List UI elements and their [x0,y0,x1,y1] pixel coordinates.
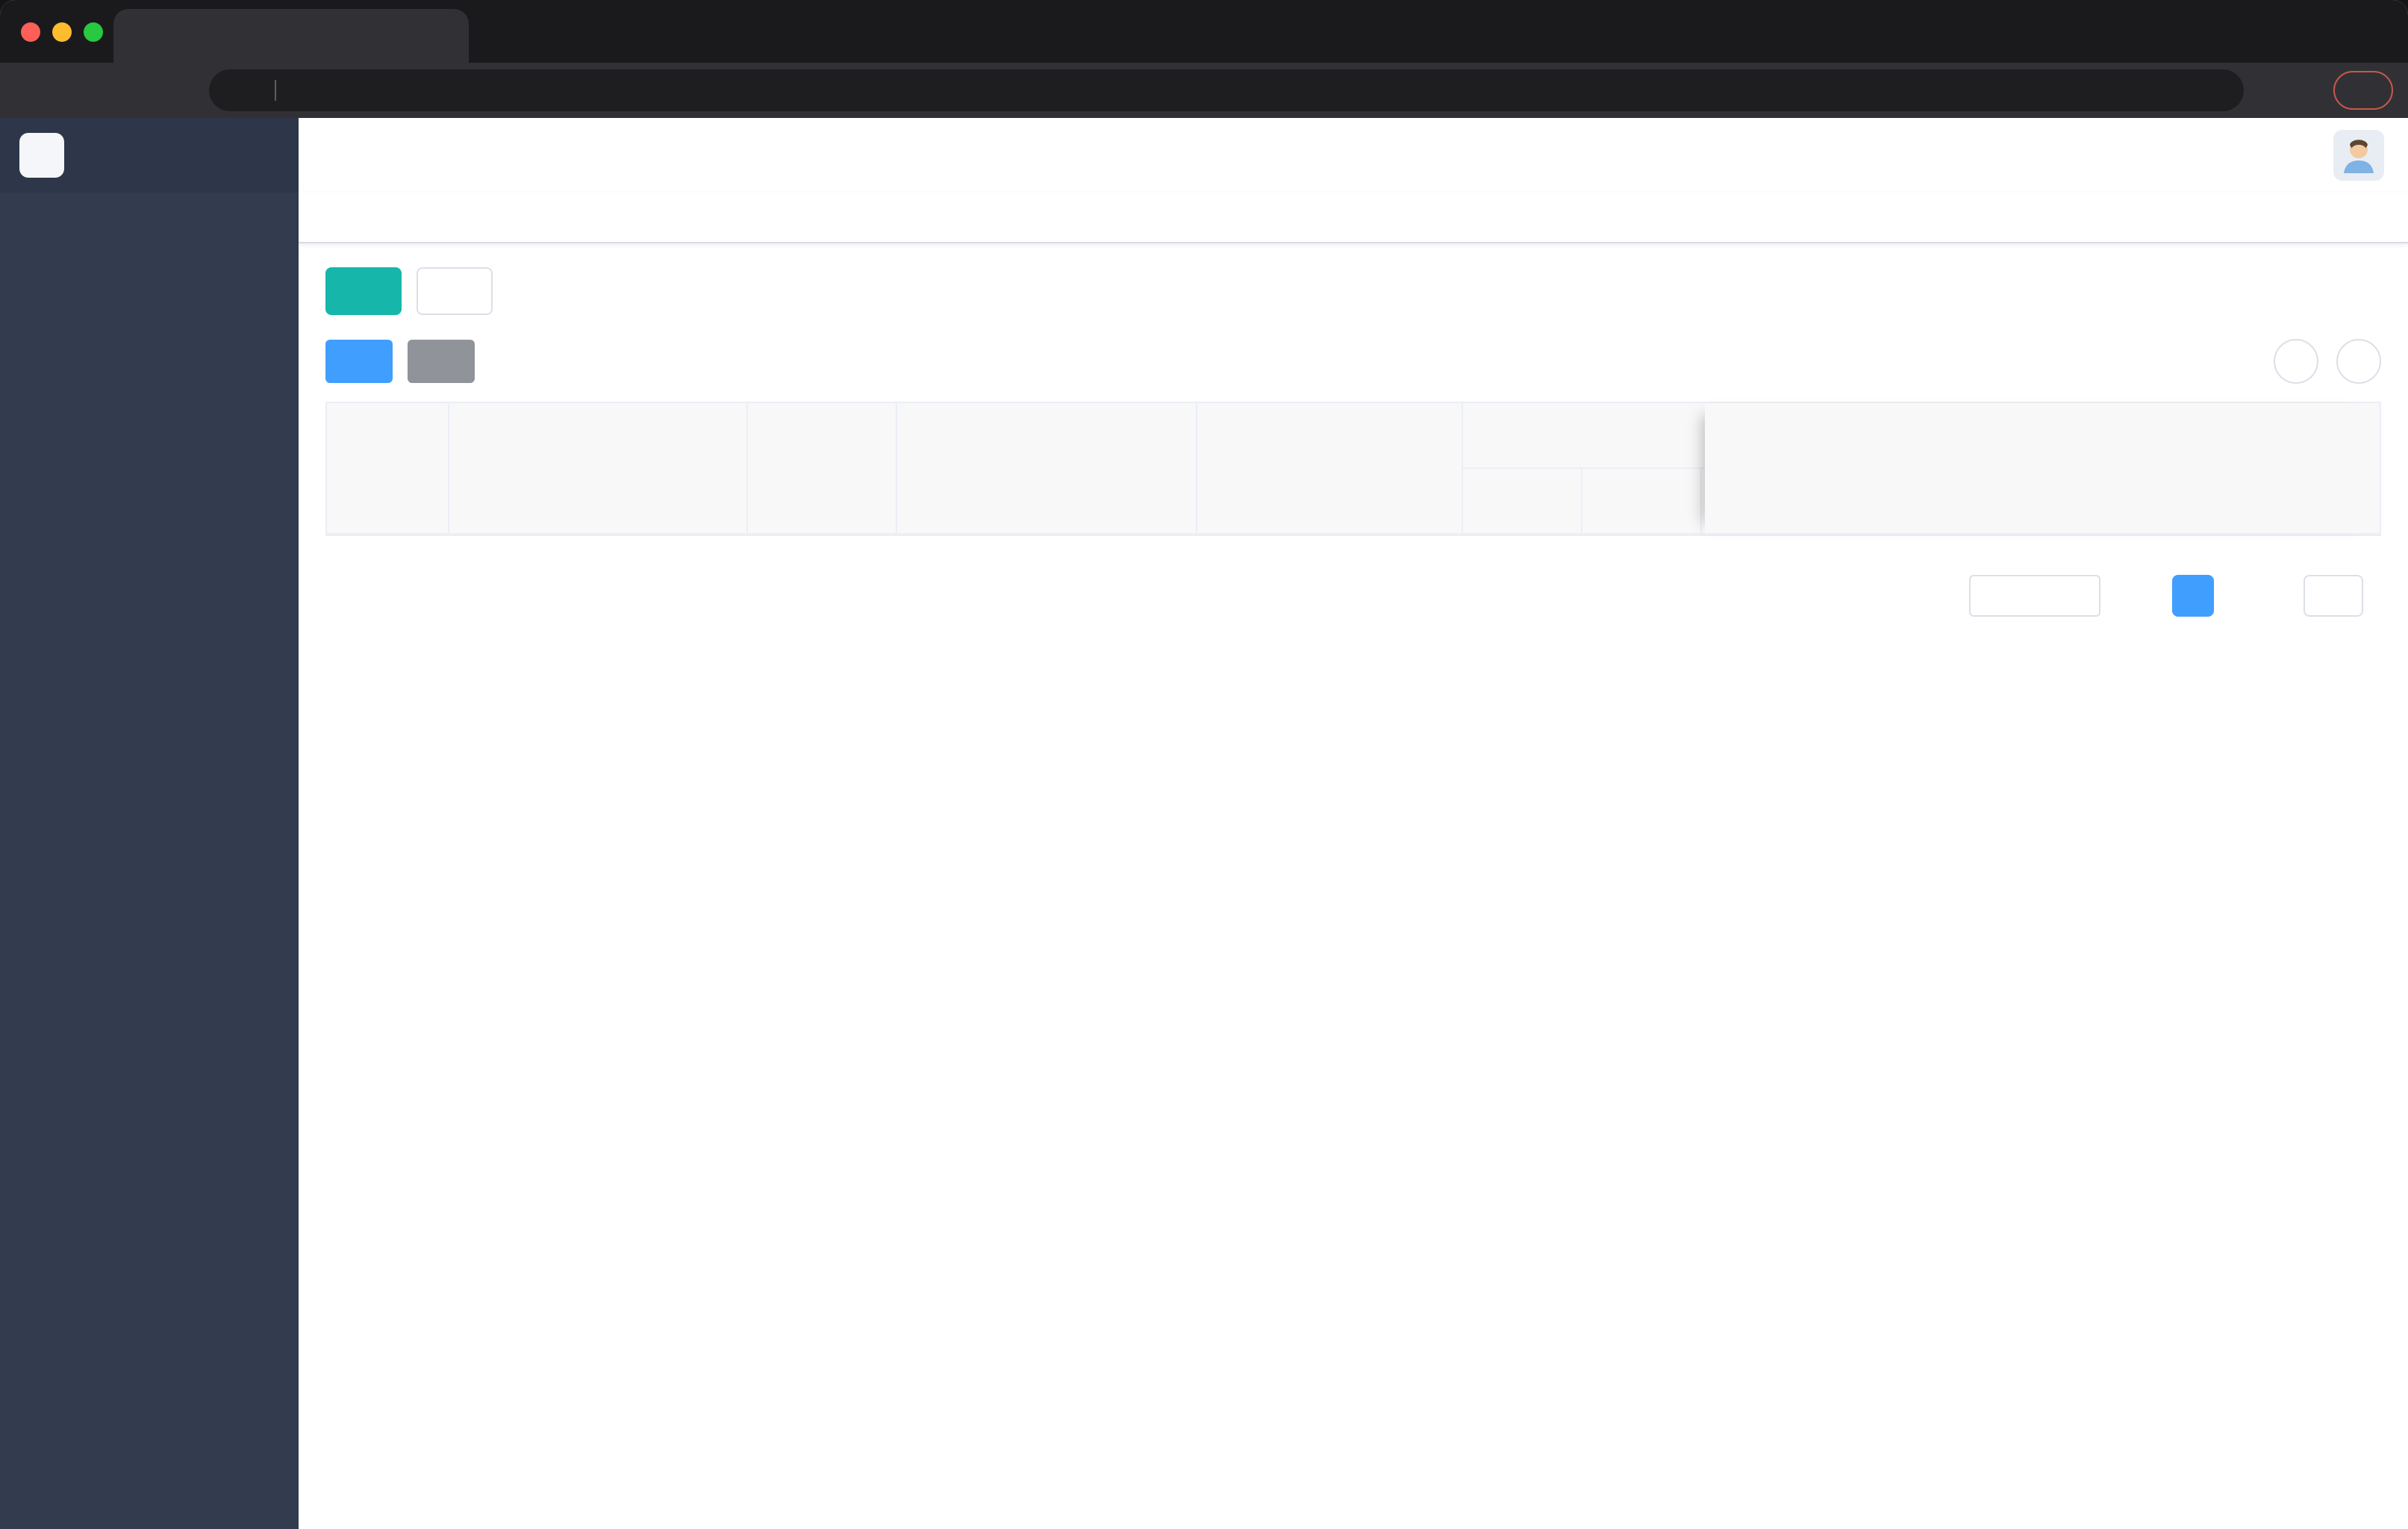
window-controls [21,22,103,42]
home-button[interactable] [154,71,193,110]
incognito-icon [2272,75,2302,105]
browser-toolbar [0,63,2408,118]
back-button[interactable] [15,71,54,110]
refresh-icon [440,281,460,301]
update-button[interactable] [2333,71,2393,110]
reload-button[interactable] [107,71,146,110]
search-button[interactable] [325,267,402,315]
user-avatar[interactable] [2333,130,2384,181]
toggle-search-button[interactable] [2274,339,2318,384]
back-icon [23,79,46,102]
table-toolbar [325,339,2381,384]
collapse-sidebar-button[interactable] [319,140,349,170]
next-page-button[interactable] [2232,578,2268,614]
col-header-version [1463,469,1582,535]
page-number-1[interactable] [2172,575,2214,617]
import-process-button[interactable] [408,340,475,383]
app-header [299,118,2408,193]
close-tab-icon[interactable] [437,28,454,44]
new-tab-button[interactable] [481,12,525,57]
col-header-process-name [449,403,748,535]
browser-tab-strip [0,0,2408,63]
main-area [299,118,2408,1529]
refresh-table-button[interactable] [2336,339,2381,384]
address-divider [275,80,276,101]
toolbar-right [2274,339,2381,384]
col-header-form-info [897,403,1197,535]
logo-image [19,133,64,178]
help-icon[interactable] [2177,142,2203,169]
app-shell [0,118,2408,1529]
reload-icon [116,79,138,102]
forward-button[interactable] [61,71,100,110]
col-header-process-id [327,403,449,535]
close-window-button[interactable] [21,22,40,42]
github-icon[interactable] [2124,142,2151,169]
search-icon [349,281,369,301]
warning-icon [227,80,248,101]
col-header-active-status [1582,469,1702,535]
plus-icon [345,352,364,371]
chevron-right-icon [2240,586,2259,605]
pagination [325,575,2381,617]
browser-tab[interactable] [113,9,469,63]
upload-icon [427,352,446,371]
chevron-down-icon [2071,588,2087,604]
bookmark-star-icon[interactable] [2203,79,2226,102]
home-icon [162,79,184,102]
col-header-operations [1705,403,2380,535]
browser-window [0,0,2408,1529]
favicon-icon [128,25,151,47]
fullscreen-icon[interactable] [2229,142,2256,169]
filter-form [325,267,2381,315]
sidebar [0,118,299,1529]
search-icon [2286,351,2306,372]
chevron-left-icon [2127,586,2146,605]
password-key-icon[interactable] [2160,79,2183,102]
col-header-category [748,403,897,535]
forward-icon [69,79,92,102]
table-grid [327,403,1941,535]
address-bar[interactable] [209,69,2244,111]
create-process-button[interactable] [325,340,393,383]
incognito-badge [2272,75,2314,105]
reset-button[interactable] [417,267,493,315]
sidebar-menu [0,193,299,1529]
plus-icon [493,24,514,45]
zoom-window-button[interactable] [84,22,103,42]
page-content [299,243,2408,1529]
refresh-icon [2348,351,2369,372]
rabbit-logo-icon [22,136,61,175]
app-logo[interactable] [0,118,299,193]
header-actions [2072,130,2384,181]
ops-fixed-column [1705,403,2380,535]
minimize-window-button[interactable] [52,22,72,42]
tags-bar [299,193,2408,243]
header-search-icon[interactable] [2072,142,2099,169]
process-model-table [325,402,2381,536]
col-header-created-time [1197,403,1463,535]
prev-page-button[interactable] [2118,578,2154,614]
page-size-select[interactable] [1969,575,2100,617]
font-size-icon[interactable] [2281,142,2308,169]
browser-menu-icon[interactable] [2363,80,2384,101]
goto-page-input[interactable] [2303,575,2363,617]
